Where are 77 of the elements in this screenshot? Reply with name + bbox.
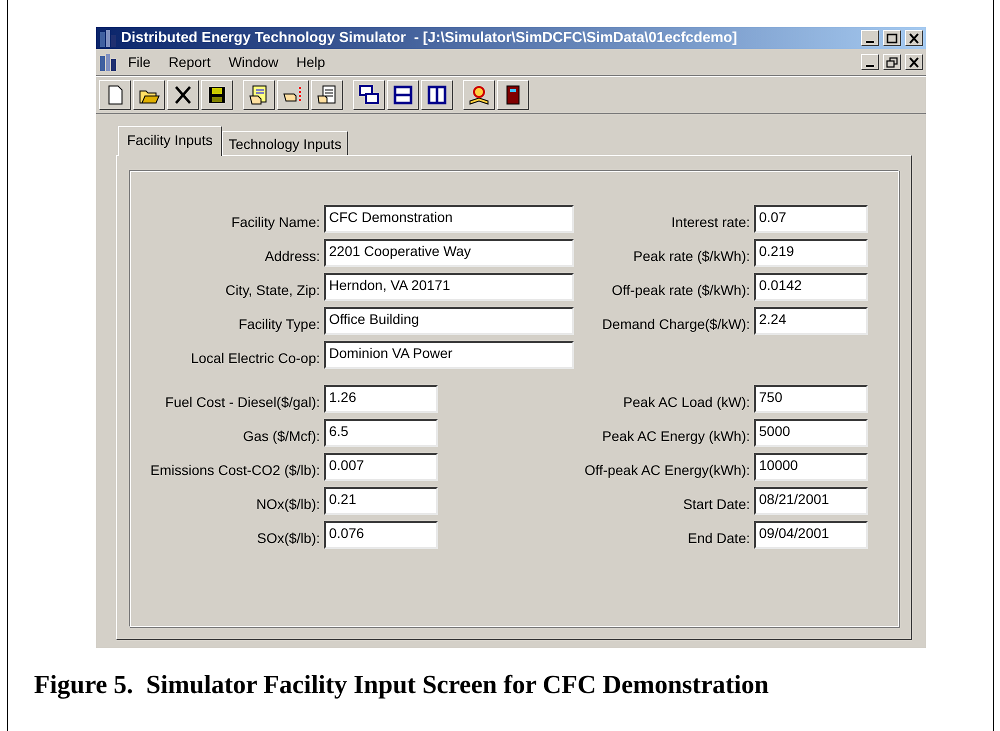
input-field[interactable]: 5000	[754, 419, 868, 447]
input-field[interactable]: 10000	[754, 453, 868, 481]
field-label: Address:	[264, 248, 320, 266]
toolbar-button[interactable]	[277, 80, 309, 110]
restore-icon	[886, 56, 898, 68]
close-icon	[908, 56, 920, 68]
minimize-icon	[866, 40, 874, 42]
field-label: Peak rate ($/kWh):	[632, 248, 750, 266]
minimize-button[interactable]	[861, 54, 879, 70]
tab[interactable]: Facility Inputs	[118, 126, 222, 156]
field-label: Local Electric Co-op:	[190, 350, 320, 368]
toolbar-button[interactable]	[387, 80, 419, 110]
report-hand-icon	[316, 84, 338, 106]
window-title: Distributed Energy Technology Simulator - [J:\Simulator\SimDCFC\SimData\01ecfcdemo]	[121, 30, 738, 46]
input-field[interactable]: Herndon, VA 20171	[324, 273, 574, 301]
field-label: Off-peak AC Energy(kWh):	[584, 462, 750, 480]
field-label: Off-peak rate ($/kWh):	[610, 282, 750, 300]
input-field[interactable]: Dominion VA Power	[324, 341, 574, 369]
field-label: Facility Name:	[230, 214, 320, 232]
field-label: Facility Type:	[238, 316, 320, 334]
cascade-windows-icon	[358, 84, 380, 106]
close-icon	[908, 32, 920, 44]
input-field[interactable]: 6.5	[324, 419, 438, 447]
field-label: SOx($/lb):	[256, 530, 320, 548]
menu-item[interactable]: Window	[222, 54, 286, 70]
menu-item[interactable]: File	[121, 54, 158, 70]
restore-button[interactable]	[883, 54, 901, 70]
input-field[interactable]: 2201 Cooperative Way	[324, 239, 574, 267]
minimize-button[interactable]	[861, 30, 879, 46]
toolbar-button[interactable]	[311, 80, 343, 110]
toolbar-button[interactable]	[463, 80, 495, 110]
field-label: NOx($/lb):	[255, 496, 320, 514]
input-field[interactable]: 750	[754, 385, 868, 413]
input-field[interactable]: Office Building	[324, 307, 574, 335]
input-field[interactable]: CFC Demonstration	[324, 205, 574, 233]
vertical-tile-icon	[426, 84, 448, 106]
input-field[interactable]: 1.26	[324, 385, 438, 413]
maximize-icon	[886, 32, 898, 44]
toolbar-button[interactable]	[497, 80, 529, 110]
field-label: City, State, Zip:	[224, 282, 320, 300]
toolbar-button[interactable]	[421, 80, 453, 110]
field-label: Demand Charge($/kW):	[601, 316, 750, 334]
cross-icon	[172, 84, 194, 106]
field-label: Peak AC Load (kW):	[622, 394, 750, 412]
field-label: Peak AC Energy (kWh):	[601, 428, 750, 446]
input-field[interactable]: 0.07	[754, 205, 868, 233]
toolbar-button[interactable]	[133, 80, 165, 110]
buildings-icon	[99, 53, 117, 71]
input-field[interactable]: 09/04/2001	[754, 521, 868, 549]
minimize-icon	[866, 64, 874, 66]
menu-item[interactable]: Help	[289, 54, 332, 70]
toolbar-button[interactable]	[201, 80, 233, 110]
menu-item[interactable]: Report	[162, 54, 218, 70]
input-field[interactable]: 0.219	[754, 239, 868, 267]
input-field[interactable]: 2.24	[754, 307, 868, 335]
close-button[interactable]	[905, 30, 923, 46]
figure-caption: Figure 5. Simulator Facility Input Screen for CFC Demonstration	[34, 670, 769, 700]
field-label: Gas ($/Mcf):	[242, 428, 320, 446]
field-label: Interest rate:	[670, 214, 750, 232]
toolbar-button[interactable]	[99, 80, 131, 110]
toolbar-button[interactable]	[353, 80, 385, 110]
toolbar-button[interactable]	[167, 80, 199, 110]
field-label: End Date:	[686, 530, 750, 548]
field-label: Emissions Cost-CO2 ($/lb):	[149, 462, 320, 480]
input-field[interactable]: 0.0142	[754, 273, 868, 301]
buildings-icon	[99, 29, 117, 47]
input-field[interactable]: 0.21	[324, 487, 438, 515]
maximize-button[interactable]	[883, 30, 901, 46]
input-field[interactable]: 0.076	[324, 521, 438, 549]
tab[interactable]: Technology Inputs	[222, 131, 348, 155]
field-label: Fuel Cost - Diesel($/gal):	[164, 394, 320, 412]
field-label: Start Date:	[682, 496, 750, 514]
toolbar-button[interactable]	[243, 80, 275, 110]
horizontal-tile-icon	[392, 84, 414, 106]
input-field[interactable]: 08/21/2001	[754, 487, 868, 515]
close-button[interactable]	[905, 54, 923, 70]
input-field[interactable]: 0.007	[324, 453, 438, 481]
